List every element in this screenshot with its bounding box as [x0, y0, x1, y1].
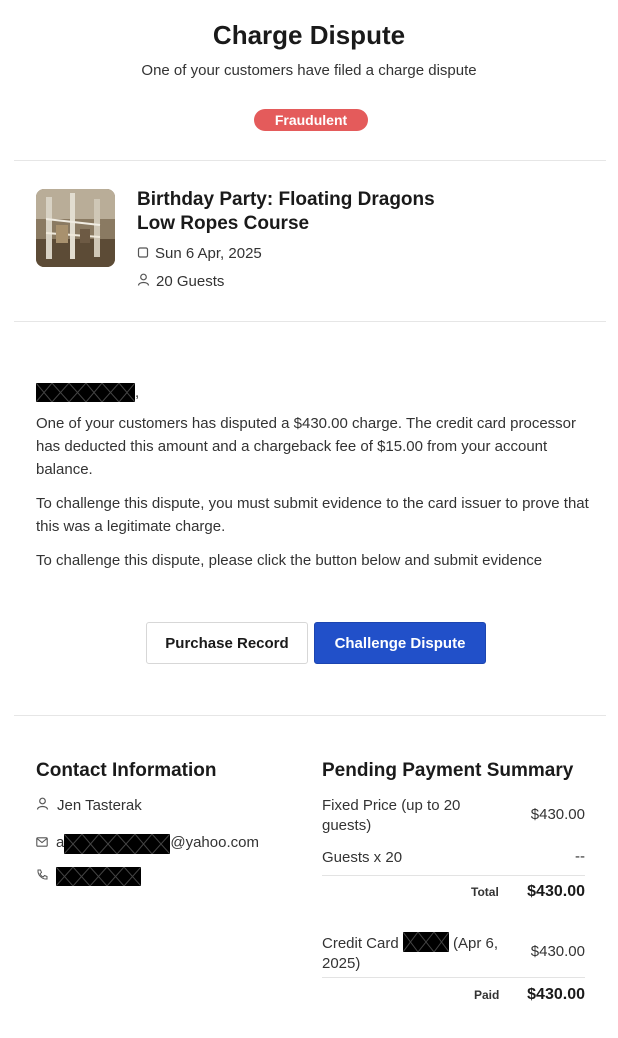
person-icon: [137, 273, 156, 290]
person-icon: [36, 797, 49, 814]
payment-item-amount: --: [575, 848, 585, 865]
mail-icon: [36, 834, 48, 851]
divider: [322, 875, 585, 876]
payment-item-label: Fixed Price (up to 20 guests): [322, 797, 461, 834]
total-amount: $430.00: [527, 883, 585, 900]
purchase-record-button[interactable]: Purchase Record: [146, 622, 308, 664]
page-subtitle: One of your customers have filed a charg…: [141, 62, 477, 79]
contact-name-text: Jen Tasterak: [57, 797, 142, 814]
total-label: Total: [471, 885, 499, 899]
event-date-text: Sun 6 Apr, 2025: [155, 245, 262, 262]
paid-amount: $430.00: [527, 986, 585, 1003]
event-date: Sun 6 Apr, 2025: [137, 245, 262, 262]
divider: [322, 977, 585, 978]
payment-section-title: Pending Payment Summary: [322, 760, 574, 781]
credit-card-label-text: Credit Card: [322, 935, 399, 952]
event-title: Birthday Party: Floating Dragons Low Rop…: [137, 189, 435, 234]
message-paragraph-2: To challenge this dispute, you must subm…: [36, 495, 589, 535]
phone-icon: [36, 868, 48, 885]
message-paragraph-1: One of your customers has disputed a $43…: [36, 415, 577, 478]
event-guests-text: 20 Guests: [156, 273, 225, 290]
status-badge: Fraudulent: [254, 109, 368, 131]
credit-card-label: Credit Card (Apr 6, 2025): [322, 931, 502, 974]
divider: [14, 321, 606, 322]
divider: [14, 715, 606, 716]
redacted-phone: [55, 866, 142, 887]
credit-card-amount: $430.00: [530, 943, 585, 960]
payment-item-amount: $430.00: [530, 806, 585, 823]
event-thumbnail: [36, 189, 115, 267]
divider: [14, 160, 606, 161]
contact-email: a @yahoo.com: [36, 832, 259, 855]
redacted-card-number: [402, 931, 450, 953]
email-prefix: a: [56, 833, 65, 851]
page-title: Charge Dispute: [212, 20, 406, 50]
greeting-comma: ,: [135, 384, 140, 401]
email-suffix: @yahoo.com: [170, 833, 259, 851]
redacted-recipient-name: [36, 383, 135, 402]
event-guests: 20 Guests: [137, 273, 224, 290]
redacted-email: [63, 833, 171, 855]
paid-label: Paid: [474, 988, 500, 1002]
contact-phone: [36, 866, 142, 887]
contact-section-title: Contact Information: [36, 760, 217, 781]
contact-name: Jen Tasterak: [36, 797, 142, 814]
message-paragraph-3: To challenge this dispute, please click …: [36, 552, 543, 569]
payment-item-label: Guests x 20: [322, 849, 403, 866]
challenge-dispute-button[interactable]: Challenge Dispute: [314, 622, 486, 664]
calendar-icon: [137, 245, 155, 262]
